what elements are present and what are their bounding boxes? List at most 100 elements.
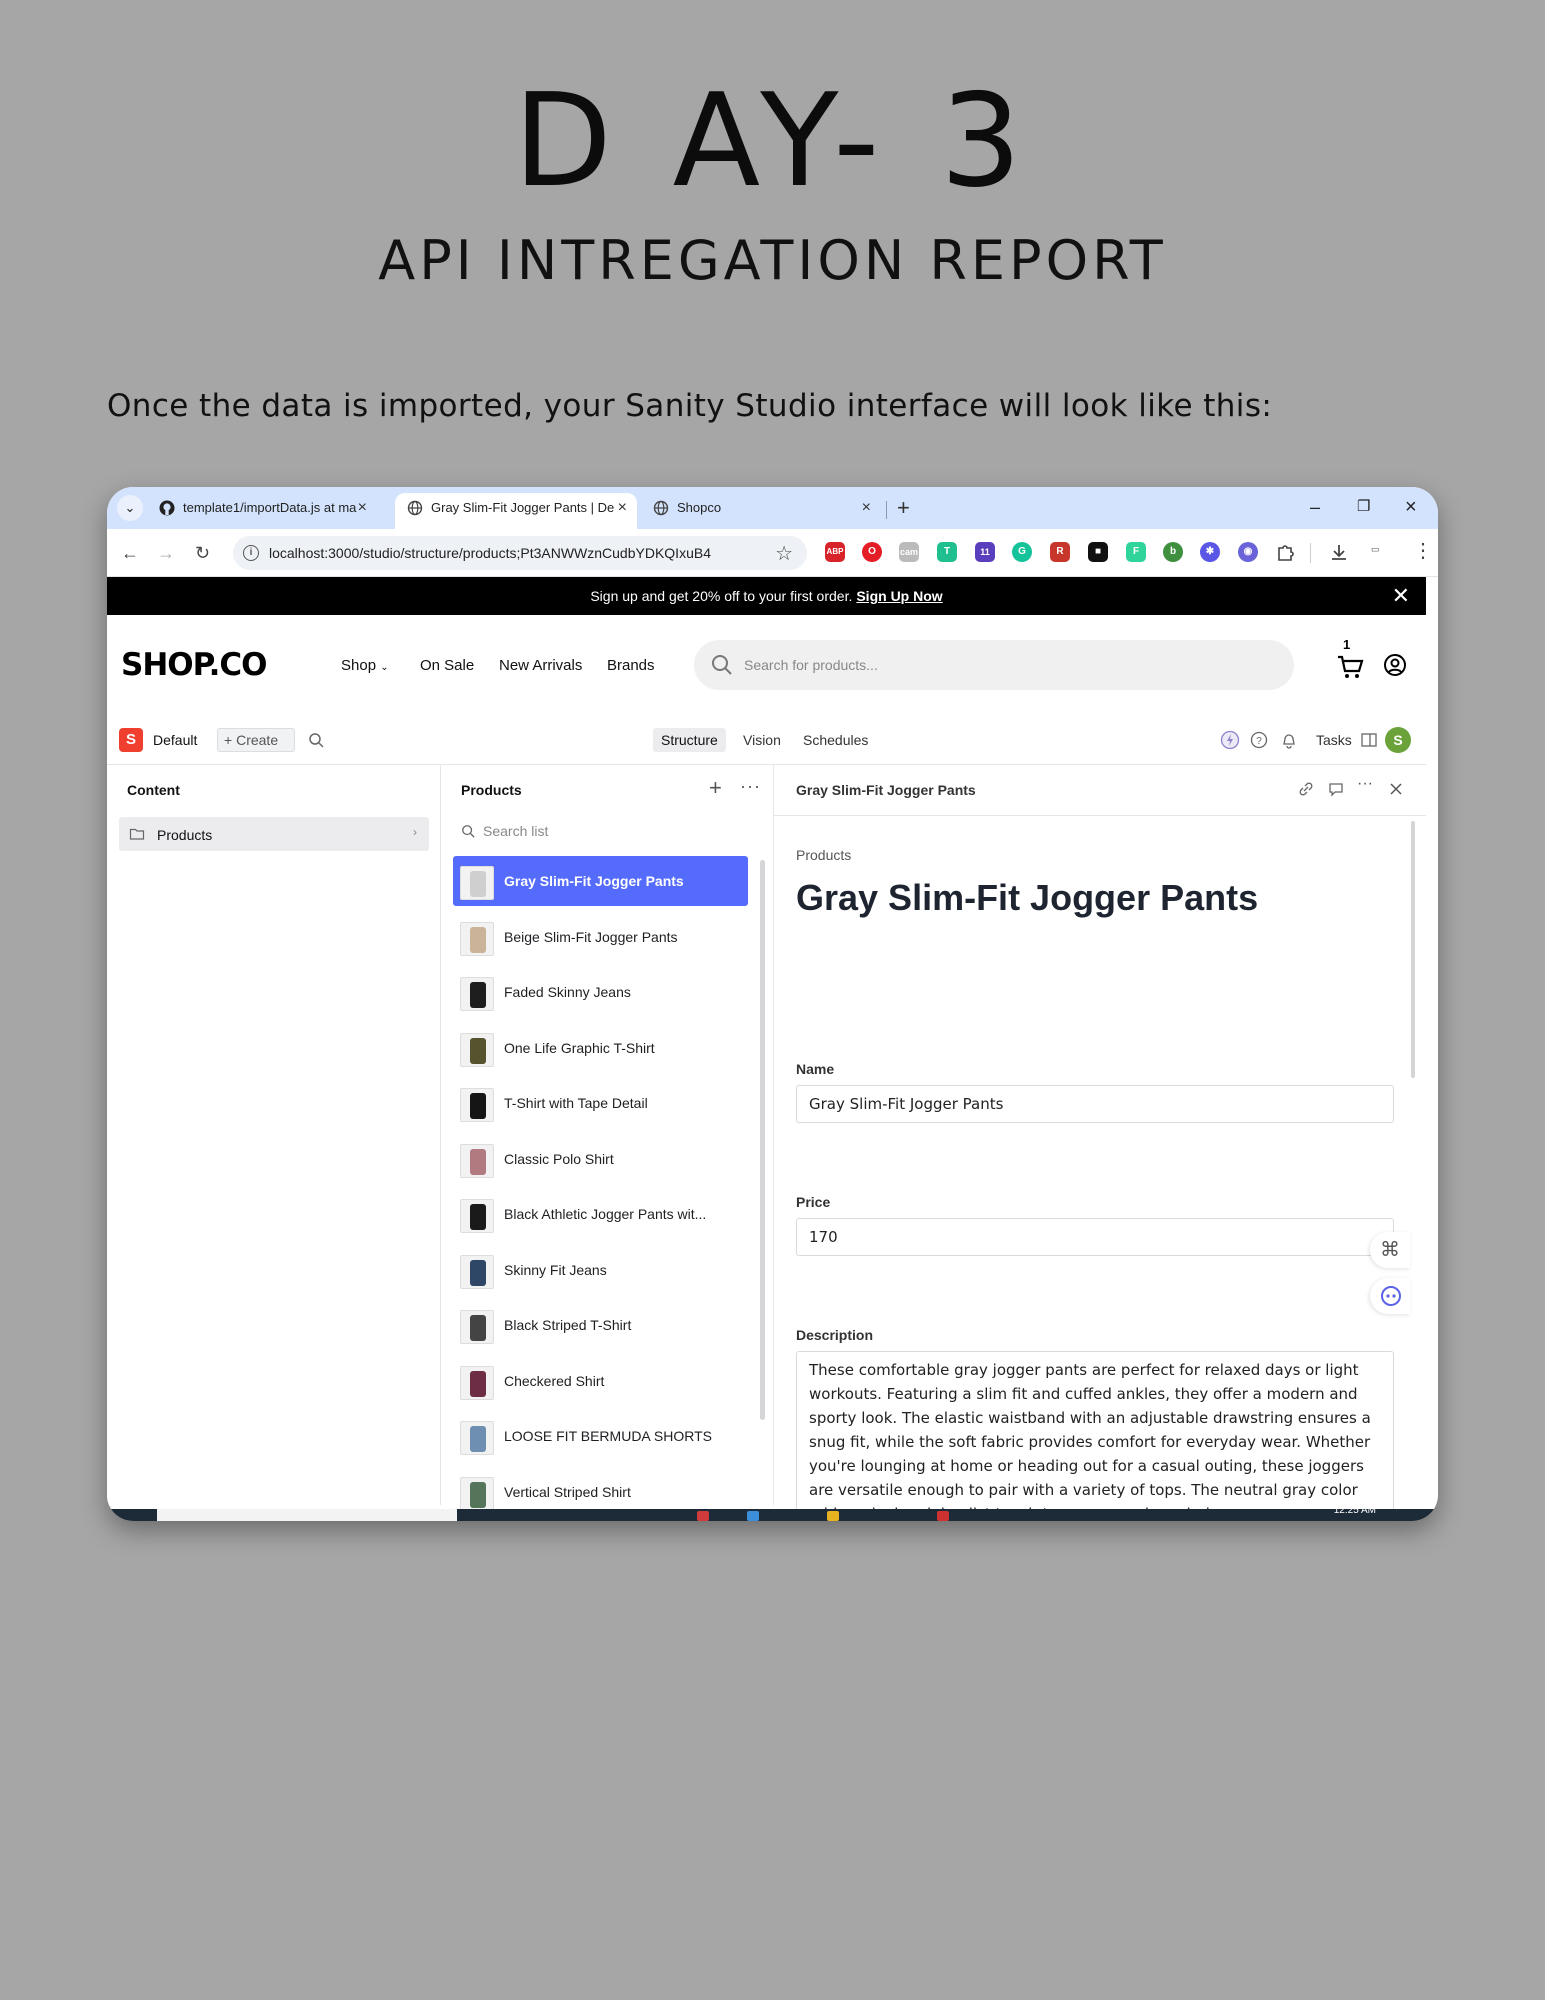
green-extension-icon[interactable]: F: [1126, 542, 1146, 562]
gear-extension-icon[interactable]: ✱: [1200, 542, 1220, 562]
list-item[interactable]: Beige Slim-Fit Jogger Pants: [453, 912, 748, 962]
close-icon[interactable]: ×: [358, 493, 367, 523]
bell-icon[interactable]: [1279, 730, 1299, 750]
comment-icon[interactable]: [1327, 780, 1345, 798]
address-bar[interactable]: i localhost:3000/studio/structure/produc…: [233, 536, 807, 570]
minimize-button[interactable]: –: [1310, 493, 1320, 521]
document-scrollbar[interactable]: [1411, 821, 1415, 1078]
adblock-extension-icon[interactable]: ABP: [825, 542, 845, 562]
link-icon[interactable]: [1297, 780, 1315, 798]
close-window-button[interactable]: ×: [1405, 493, 1417, 521]
list-item[interactable]: T-Shirt with Tape Detail: [453, 1078, 748, 1128]
opera-extension-icon[interactable]: O: [862, 542, 882, 562]
github-icon: [159, 500, 175, 516]
studio-navbar: S Default + Create Structure Vision Sche…: [107, 715, 1426, 765]
page-subtitle: API INTREGATION REPORT: [378, 229, 1167, 292]
download-icon[interactable]: [1329, 542, 1349, 562]
user-avatar[interactable]: S: [1385, 727, 1411, 753]
list-item[interactable]: Classic Polo Shirt: [453, 1134, 748, 1184]
taskbar-app-icon[interactable]: [937, 1511, 949, 1521]
list-item[interactable]: Gray Slim-Fit Jogger Pants: [453, 856, 748, 906]
search-placeholder: Search for products...: [744, 657, 878, 673]
list-item[interactable]: Checkered Shirt: [453, 1356, 748, 1406]
help-icon[interactable]: ?: [1249, 730, 1269, 750]
taskbar-search[interactable]: [157, 1509, 457, 1521]
new-tab-button[interactable]: +: [897, 495, 910, 521]
close-icon[interactable]: ×: [862, 493, 871, 523]
nav-shop-label: Shop: [341, 657, 377, 674]
globe-extension-icon[interactable]: b: [1163, 542, 1183, 562]
grad-extension-icon[interactable]: 11: [975, 542, 995, 562]
create-label: Create: [236, 732, 279, 748]
panel-icon[interactable]: [1359, 730, 1379, 750]
close-icon[interactable]: ✕: [1392, 577, 1410, 615]
tab-search-dropdown[interactable]: ⌄: [117, 495, 143, 521]
taskbar-app-icon[interactable]: [697, 1511, 709, 1521]
sign-up-link[interactable]: Sign Up Now: [856, 588, 942, 604]
search-icon[interactable]: [308, 732, 324, 748]
tab-studio[interactable]: Gray Slim-Fit Jogger Pants | De ×: [395, 493, 637, 529]
nav-brands[interactable]: Brands: [607, 657, 655, 674]
nav-on-sale[interactable]: On Sale: [420, 657, 474, 674]
tab-github[interactable]: template1/importData.js at ma ×: [147, 493, 377, 529]
tab-vision[interactable]: Vision: [735, 728, 789, 752]
ai-extension-icon[interactable]: ◉: [1238, 542, 1258, 562]
restore-button[interactable]: ❐: [1357, 493, 1370, 521]
name-field[interactable]: Gray Slim-Fit Jogger Pants: [796, 1085, 1394, 1123]
promo-banner: Sign up and get 20% off to your first or…: [107, 577, 1426, 615]
close-icon[interactable]: ×: [618, 493, 627, 523]
camera-extension-icon[interactable]: cam: [899, 542, 919, 562]
site-info-icon[interactable]: i: [243, 545, 259, 561]
description-field[interactable]: These comfortable gray jogger pants are …: [796, 1351, 1394, 1521]
list-item[interactable]: Black Athletic Jogger Pants wit...: [453, 1189, 748, 1239]
content-item-products[interactable]: Products ›: [119, 817, 429, 851]
lightning-icon[interactable]: [1220, 730, 1240, 750]
url-text: localhost:3000/studio/structure/products…: [269, 545, 711, 561]
profile-extension-icon[interactable]: ▭: [1371, 544, 1387, 556]
list-item[interactable]: One Life Graphic T-Shirt: [453, 1023, 748, 1073]
product-thumbnail: [460, 1032, 494, 1067]
list-item[interactable]: Skinny Fit Jeans: [453, 1245, 748, 1295]
create-button[interactable]: + Create: [217, 728, 295, 752]
more-options-icon[interactable]: ···: [1357, 775, 1375, 793]
product-thumbnail: [460, 1421, 494, 1455]
forward-button[interactable]: →: [157, 541, 175, 565]
account-icon[interactable]: [1383, 653, 1407, 677]
product-name: Black Athletic Jogger Pants wit...: [504, 1206, 707, 1222]
ai-assistant-button[interactable]: [1370, 1278, 1410, 1314]
price-field[interactable]: 170: [796, 1218, 1394, 1256]
add-document-button[interactable]: +: [709, 777, 722, 799]
nav-new-arrivals[interactable]: New Arrivals: [499, 657, 582, 674]
nav-shop[interactable]: Shop ⌄: [341, 657, 389, 674]
workspace-name[interactable]: Default: [153, 732, 197, 748]
tab-schedules[interactable]: Schedules: [795, 728, 876, 752]
list-search-input[interactable]: Search list: [461, 821, 761, 843]
taskbar-app-icon[interactable]: [827, 1511, 839, 1521]
grammarly-extension-icon[interactable]: G: [1012, 542, 1032, 562]
list-item[interactable]: Black Striped T-Shirt: [453, 1300, 748, 1350]
command-menu-button[interactable]: ⌘: [1370, 1232, 1410, 1268]
shop-logo[interactable]: SHOP.CO: [121, 647, 268, 683]
puzzle-icon[interactable]: [1275, 542, 1295, 562]
workspace-logo[interactable]: S: [119, 728, 143, 752]
back-button[interactable]: ←: [121, 541, 139, 565]
list-item[interactable]: Faded Skinny Jeans: [453, 967, 748, 1017]
taskbar-app-icon[interactable]: [747, 1511, 759, 1521]
reader-extension-icon[interactable]: R: [1050, 542, 1070, 562]
list-item[interactable]: LOOSE FIT BERMUDA SHORTS: [453, 1411, 748, 1461]
more-options-icon[interactable]: ···: [740, 775, 761, 797]
black-extension-icon[interactable]: ■: [1088, 542, 1108, 562]
tasks-button[interactable]: Tasks: [1316, 732, 1352, 748]
shop-header: SHOP.CO Shop ⌄ On Sale New Arrivals Bran…: [107, 615, 1426, 715]
browser-menu-icon[interactable]: ⋮: [1413, 539, 1433, 563]
bookmark-star-icon[interactable]: ☆: [775, 541, 793, 566]
list-scrollbar[interactable]: [760, 860, 765, 1420]
shop-search[interactable]: Search for products...: [694, 640, 1294, 690]
reload-button[interactable]: ↻: [195, 541, 210, 565]
tools-extension-icon[interactable]: T: [937, 542, 957, 562]
tab-structure[interactable]: Structure: [653, 728, 726, 752]
cart-icon[interactable]: [1336, 645, 1366, 681]
product-name: Skinny Fit Jeans: [504, 1261, 607, 1278]
close-icon[interactable]: [1387, 780, 1405, 798]
tab-shopco[interactable]: Shopco ×: [641, 493, 881, 529]
